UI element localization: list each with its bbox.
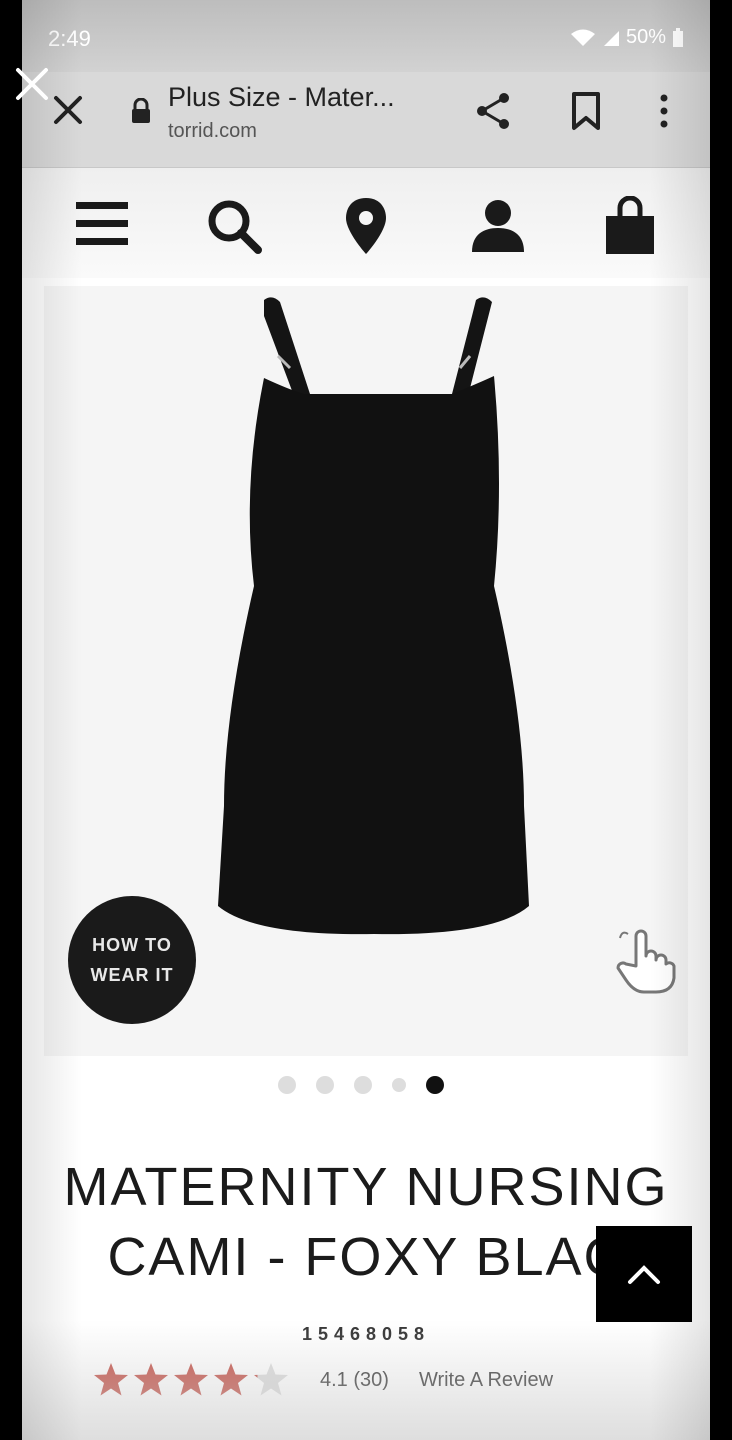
share-icon[interactable] [472, 90, 514, 132]
write-review-link[interactable]: Write A Review [419, 1369, 553, 1392]
battery-percent: 50% [625, 26, 666, 48]
star-icon [134, 1363, 168, 1396]
rating-row: 4.1 (30) Write A Review [92, 1358, 553, 1402]
tab-title[interactable]: Plus Size - Mater... [168, 82, 395, 113]
rating-summary[interactable]: 4.1 (30) [320, 1369, 389, 1392]
star-rating[interactable] [92, 1361, 290, 1399]
browser-toolbar: Plus Size - Mater... torrid.com [22, 72, 710, 168]
carousel-dot-active[interactable] [426, 1076, 444, 1094]
overlay-close-icon[interactable] [8, 60, 56, 108]
search-icon[interactable] [204, 196, 264, 256]
carousel-dot[interactable] [316, 1076, 334, 1094]
wifi-icon [570, 29, 595, 46]
tap-hand-icon [616, 929, 676, 994]
carousel-dot[interactable] [278, 1076, 296, 1094]
carousel-dot[interactable] [392, 1078, 406, 1092]
bookmark-icon[interactable] [568, 90, 604, 132]
carousel-dots [278, 1076, 444, 1094]
phone-screen: 2:49 50% Plus Size - Mater... torrid.com [22, 0, 710, 1440]
battery-icon [673, 27, 683, 47]
how-to-line2: WEAR IT [90, 965, 174, 985]
star-icon [214, 1363, 248, 1396]
lock-icon [132, 98, 150, 123]
chevron-up-icon [628, 1265, 660, 1284]
status-bar: 2:49 50% [22, 0, 710, 72]
product-image [218, 297, 529, 935]
how-to-wear-it-button[interactable]: HOW TO WEAR IT [68, 896, 196, 1024]
star-icon [94, 1363, 128, 1396]
back-to-top-button[interactable] [596, 1226, 692, 1322]
shopping-bag-icon[interactable] [600, 196, 660, 256]
product-image-carousel[interactable]: HOW TO WEAR IT [44, 286, 688, 1056]
status-time: 2:49 [48, 26, 91, 51]
status-indicators: 50% [570, 26, 684, 49]
site-header [22, 168, 710, 278]
how-to-line1: HOW TO [92, 935, 172, 955]
star-icon [254, 1363, 288, 1396]
location-pin-icon[interactable] [336, 196, 396, 256]
tab-domain[interactable]: torrid.com [168, 120, 257, 143]
more-options-icon[interactable] [652, 90, 676, 132]
star-icon [174, 1363, 208, 1396]
product-title-line1: MATERNITY NURSING [63, 1157, 669, 1217]
menu-icon[interactable] [72, 196, 132, 256]
signal-icon [603, 30, 619, 46]
account-icon[interactable] [468, 196, 528, 256]
product-sku: 15468058 [301, 1324, 431, 1344]
carousel-dot[interactable] [354, 1076, 372, 1094]
